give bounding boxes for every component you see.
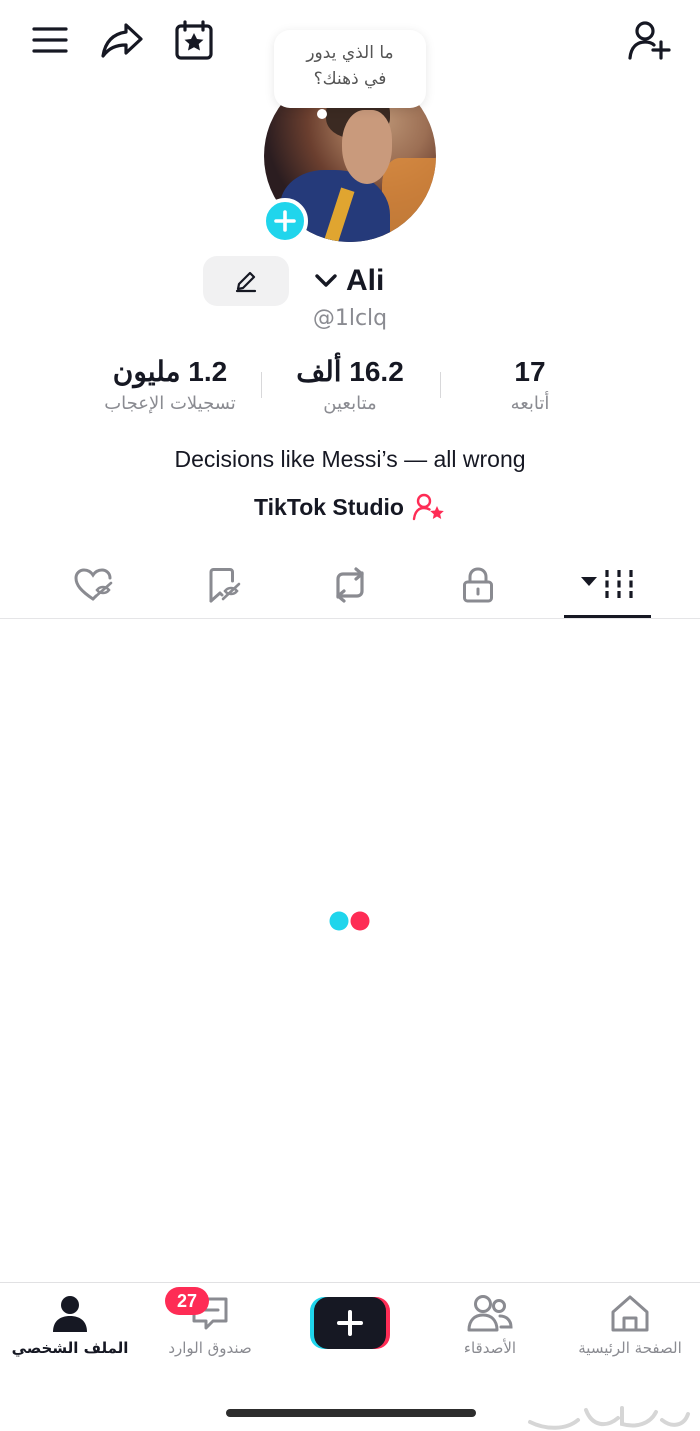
- nav-profile-label: الملف الشخصي: [11, 1339, 129, 1357]
- followers-stat[interactable]: 16.2 ألف متابعين: [270, 354, 430, 418]
- private-lock-icon: [463, 567, 493, 603]
- creator-star-icon: [412, 493, 444, 521]
- thought-bubble-line1: ما الذي يدور: [306, 43, 394, 63]
- profile-bio: Decisions like Messi’s — all wrong: [174, 446, 526, 472]
- tab-private[interactable]: [433, 560, 523, 610]
- active-tab-indicator: [564, 615, 651, 618]
- reposts-icon: [336, 567, 364, 603]
- followers-count: 16.2 ألف: [296, 356, 404, 387]
- profile-name: Ali: [346, 264, 385, 297]
- likes-count: 1.2 مليون: [112, 356, 228, 387]
- inbox-badge: 27: [165, 1287, 209, 1315]
- share-icon[interactable]: [98, 18, 146, 62]
- tiktok-studio-link[interactable]: TikTok Studio: [0, 492, 700, 522]
- nav-profile[interactable]: الملف الشخصي: [0, 1290, 140, 1370]
- followers-label: متابعين: [323, 393, 377, 414]
- edit-profile-button[interactable]: [203, 256, 289, 306]
- add-friend-icon[interactable]: [624, 16, 674, 64]
- tab-liked[interactable]: [48, 560, 138, 610]
- tab-favorites[interactable]: [178, 560, 268, 610]
- home-indicator[interactable]: [226, 1409, 476, 1417]
- liked-hidden-icon: [74, 568, 113, 601]
- tiktok-studio-label: TikTok Studio: [254, 493, 404, 520]
- bottom-nav-divider: [0, 1282, 700, 1283]
- bubble-tail-icon: [317, 109, 327, 119]
- following-count: 17: [514, 356, 546, 387]
- nav-inbox[interactable]: صندوق الوارد: [140, 1290, 280, 1370]
- account-switcher[interactable]: Ali: [314, 262, 384, 300]
- menu-icon[interactable]: [28, 22, 72, 58]
- tabs-divider: [0, 618, 700, 619]
- following-stat[interactable]: 17 أتابعه: [470, 354, 590, 418]
- profile-handle: @1lclq: [312, 306, 388, 331]
- loading-indicator: [329, 911, 370, 931]
- tab-reposts[interactable]: [305, 560, 395, 610]
- calendar-star-icon[interactable]: [170, 17, 218, 63]
- stat-divider: [440, 372, 441, 398]
- thought-bubble-line2: في ذهنك؟: [313, 69, 387, 89]
- stat-divider: [261, 372, 262, 398]
- friends-icon: [467, 1295, 513, 1332]
- profile-icon: [53, 1296, 87, 1332]
- chevron-down-icon: [315, 274, 337, 287]
- nav-home[interactable]: الصفحة الرئيسية: [560, 1290, 700, 1370]
- likes-label: تسجيلات الإعجاب: [104, 393, 236, 414]
- favorites-hidden-icon: [209, 568, 241, 603]
- likes-stat[interactable]: 1.2 مليون تسجيلات الإعجاب: [90, 354, 250, 418]
- nav-friends-label: الأصدقاء: [463, 1339, 517, 1357]
- haraj-watermark-icon: [528, 1406, 690, 1430]
- videos-grid-icon: [581, 570, 633, 600]
- add-story-button[interactable]: [262, 198, 308, 244]
- create-button[interactable]: [310, 1297, 390, 1349]
- thought-bubble[interactable]: ما الذي يدور في ذهنك؟: [274, 30, 426, 108]
- nav-friends[interactable]: الأصدقاء: [420, 1290, 560, 1370]
- nav-home-label: الصفحة الرئيسية: [578, 1339, 682, 1357]
- nav-inbox-label: صندوق الوارد: [168, 1339, 252, 1357]
- home-icon: [611, 1295, 649, 1332]
- tab-videos[interactable]: [562, 560, 652, 610]
- following-label: أتابعه: [510, 393, 550, 414]
